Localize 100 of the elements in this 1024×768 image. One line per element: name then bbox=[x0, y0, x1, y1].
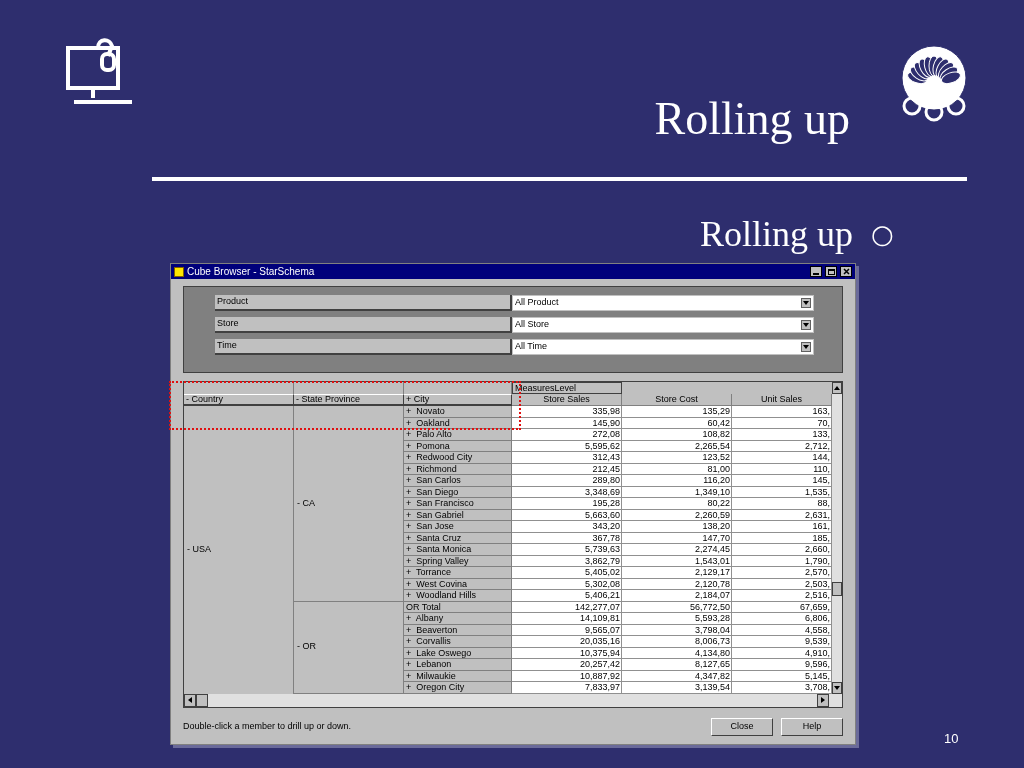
value-cell: 6,806, bbox=[732, 613, 832, 625]
column-header[interactable]: Unit Sales bbox=[732, 394, 832, 406]
row-header[interactable]: - Country bbox=[184, 394, 294, 406]
value-cell: 108,82 bbox=[622, 429, 732, 441]
value-cell: 138,20 bbox=[622, 521, 732, 533]
city-cell[interactable]: + Albany bbox=[404, 613, 512, 625]
value-cell: 2,274,45 bbox=[622, 544, 732, 556]
left-arrow-icon bbox=[187, 697, 193, 703]
city-cell[interactable]: + Redwood City bbox=[404, 452, 512, 464]
vertical-scrollbar[interactable] bbox=[832, 382, 842, 694]
value-cell: 20,035,16 bbox=[512, 636, 622, 648]
caret-icon bbox=[803, 300, 809, 306]
value-cell: 289,80 bbox=[512, 475, 622, 487]
value-cell: 133, bbox=[732, 429, 832, 441]
value-cell: 343,20 bbox=[512, 521, 622, 533]
state-cell[interactable]: - CA bbox=[294, 406, 404, 602]
city-cell[interactable]: + San Carlos bbox=[404, 475, 512, 487]
value-cell: 3,708, bbox=[732, 682, 832, 694]
city-cell[interactable]: + San Diego bbox=[404, 486, 512, 498]
value-cell: 88, bbox=[732, 498, 832, 510]
value-cell: 2,516, bbox=[732, 590, 832, 602]
window-title: Cube Browser - StarSchema bbox=[187, 265, 316, 279]
city-cell[interactable]: + Novato bbox=[404, 406, 512, 418]
value-cell: 80,22 bbox=[622, 498, 732, 510]
scroll-thumb[interactable] bbox=[196, 693, 208, 707]
value-cell: 2,184,07 bbox=[622, 590, 732, 602]
dialog-button[interactable]: Help bbox=[781, 717, 843, 736]
column-header[interactable]: Store Sales bbox=[512, 394, 622, 406]
scroll-down-button[interactable] bbox=[832, 681, 842, 694]
value-cell: 163, bbox=[732, 406, 832, 418]
maximize-button[interactable] bbox=[825, 266, 837, 277]
city-cell[interactable]: + Woodland Hills bbox=[404, 590, 512, 602]
value-cell: 9,539, bbox=[732, 636, 832, 648]
city-cell[interactable]: + San Francisco bbox=[404, 498, 512, 510]
value-cell: 9,596, bbox=[732, 659, 832, 671]
city-cell[interactable]: + Beaverton bbox=[404, 624, 512, 636]
cube-icon bbox=[174, 266, 184, 277]
state-cell[interactable]: - OR bbox=[294, 601, 404, 694]
filter-dropdown[interactable]: All Time bbox=[512, 339, 814, 355]
city-cell[interactable]: + Spring Valley bbox=[404, 555, 512, 567]
value-cell: 5,405,02 bbox=[512, 567, 622, 579]
filter-label: Time bbox=[215, 339, 512, 355]
city-cell[interactable]: + Corvallis bbox=[404, 636, 512, 648]
city-cell[interactable]: + Santa Monica bbox=[404, 544, 512, 556]
value-cell: 5,739,63 bbox=[512, 544, 622, 556]
value-cell: 2,570, bbox=[732, 567, 832, 579]
value-cell: 135,29 bbox=[622, 406, 732, 418]
city-cell[interactable]: + Milwaukie bbox=[404, 670, 512, 682]
caret-icon bbox=[803, 344, 809, 350]
bullet-text: Rolling up bbox=[700, 216, 854, 252]
up-arrow-icon bbox=[834, 385, 840, 391]
scroll-thumb[interactable] bbox=[832, 581, 842, 596]
city-cell[interactable]: + San Jose bbox=[404, 521, 512, 533]
status-text: Double-click a member to drill up or down. bbox=[183, 719, 352, 733]
dropdown-button[interactable] bbox=[801, 342, 811, 352]
city-cell[interactable]: OR Total bbox=[404, 601, 512, 613]
row-header[interactable]: + City bbox=[404, 394, 512, 406]
city-cell[interactable]: + Oregon City bbox=[404, 682, 512, 694]
value-cell: 5,406,21 bbox=[512, 590, 622, 602]
filter-dropdown[interactable]: All Product bbox=[512, 295, 814, 311]
dialog-button[interactable]: Close bbox=[711, 717, 773, 736]
country-cell[interactable]: - USA bbox=[184, 406, 294, 694]
slide-title: Rolling up bbox=[653, 96, 850, 142]
city-cell[interactable]: + West Covina bbox=[404, 578, 512, 590]
filter-label: Store bbox=[215, 317, 512, 333]
value-cell: 3,139,54 bbox=[622, 682, 732, 694]
dropdown-button[interactable] bbox=[801, 320, 811, 330]
value-cell: 8,127,65 bbox=[622, 659, 732, 671]
scroll-up-button[interactable] bbox=[832, 382, 842, 394]
value-cell: 161, bbox=[732, 521, 832, 533]
city-cell[interactable]: + Torrance bbox=[404, 567, 512, 579]
value-cell: 14,109,81 bbox=[512, 613, 622, 625]
dropdown-button[interactable] bbox=[801, 298, 811, 308]
measures-level-header: MeasuresLevel bbox=[512, 382, 622, 394]
filter-dropdown[interactable]: All Store bbox=[512, 317, 814, 333]
close-icon bbox=[842, 268, 850, 275]
city-cell[interactable]: + Santa Cruz bbox=[404, 532, 512, 544]
close-button[interactable] bbox=[840, 266, 852, 277]
value-cell: 144, bbox=[732, 452, 832, 464]
city-cell[interactable]: + San Gabriel bbox=[404, 509, 512, 521]
scroll-left-button[interactable] bbox=[184, 693, 196, 707]
value-cell: 272,08 bbox=[512, 429, 622, 441]
minimize-button[interactable] bbox=[810, 266, 822, 277]
filter-label: Product bbox=[215, 295, 512, 311]
value-cell: 20,257,42 bbox=[512, 659, 622, 671]
value-cell: 8,006,73 bbox=[622, 636, 732, 648]
city-cell[interactable]: + Lebanon bbox=[404, 659, 512, 671]
value-cell: 2,660, bbox=[732, 544, 832, 556]
value-cell: 123,52 bbox=[622, 452, 732, 464]
column-header[interactable]: Store Cost bbox=[622, 394, 732, 406]
value-cell: 335,98 bbox=[512, 406, 622, 418]
page-number: 10 bbox=[944, 730, 959, 748]
city-cell[interactable]: + Lake Oswego bbox=[404, 647, 512, 659]
city-cell[interactable]: + Richmond bbox=[404, 463, 512, 475]
city-cell[interactable]: + Pomona bbox=[404, 440, 512, 452]
city-cell[interactable]: + Palo Alto bbox=[404, 429, 512, 441]
value-cell: 7,833,97 bbox=[512, 682, 622, 694]
value-cell: 145, bbox=[732, 475, 832, 487]
value-cell: 116,20 bbox=[622, 475, 732, 487]
row-header[interactable]: - State Province bbox=[294, 394, 404, 406]
